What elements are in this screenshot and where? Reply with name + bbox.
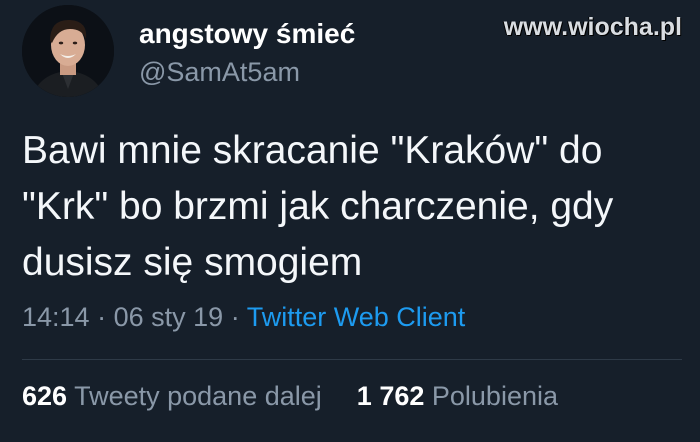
meta-separator: · xyxy=(230,302,240,332)
likes-label: Polubienia xyxy=(431,381,558,411)
tweet-date[interactable]: 06 sty 19 xyxy=(114,302,224,332)
likes-stat[interactable]: 1 762 Polubienia xyxy=(357,381,558,411)
tweet-card: angstowy śmieć @SamAt5am www.wiocha.pl B… xyxy=(0,0,700,442)
tweet-source-link[interactable]: Twitter Web Client xyxy=(247,302,466,332)
retweets-stat[interactable]: 626 Tweety podane dalej xyxy=(22,381,329,411)
tweet-time[interactable]: 14:14 xyxy=(22,302,90,332)
divider xyxy=(22,359,682,360)
tweet-meta: 14:14 · 06 sty 19 · Twitter Web Client xyxy=(22,302,465,333)
tweet-stats: 626 Tweety podane dalej 1 762 Polubienia xyxy=(22,381,558,412)
tweet-text: Bawi mnie skracanie "Kraków" do "Krk" bo… xyxy=(22,129,614,284)
user-handle[interactable]: @SamAt5am xyxy=(139,57,300,88)
meta-separator: · xyxy=(97,302,107,332)
avatar[interactable] xyxy=(22,5,114,97)
site-watermark: www.wiocha.pl xyxy=(503,13,682,41)
retweets-label: Tweety podane dalej xyxy=(74,381,322,411)
display-name[interactable]: angstowy śmieć xyxy=(139,18,355,50)
profile-photo-icon xyxy=(22,5,114,97)
likes-count: 1 762 xyxy=(356,381,425,411)
retweets-count: 626 xyxy=(22,381,68,411)
